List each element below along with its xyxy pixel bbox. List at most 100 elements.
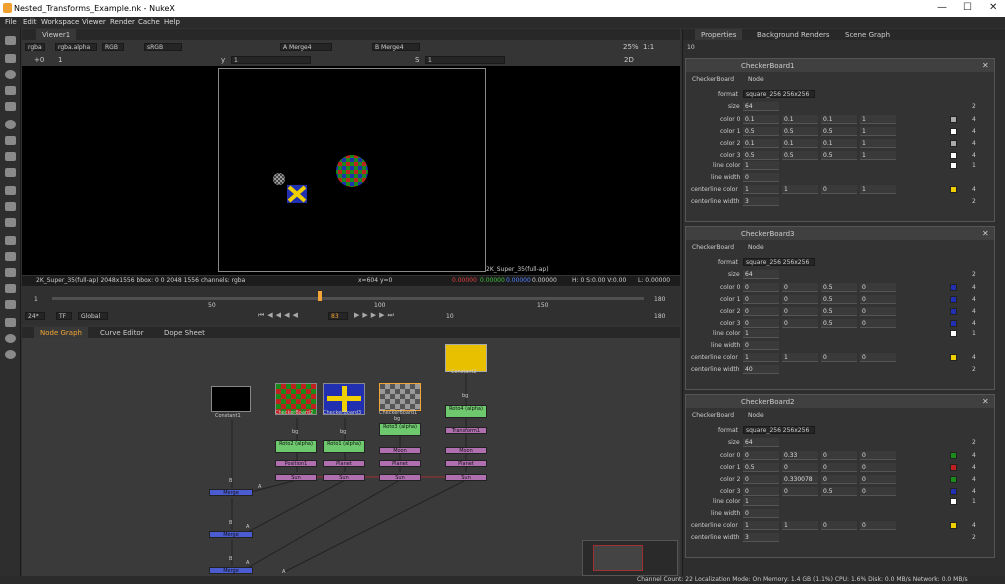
centerline-color-field[interactable]: 1: [782, 185, 818, 194]
color-value-field[interactable]: 0: [782, 307, 818, 316]
line-color-view-count[interactable]: 1: [972, 162, 976, 169]
color-value-field[interactable]: 0.1: [743, 115, 779, 124]
centerline-color-field[interactable]: 0: [860, 353, 896, 362]
tab-properties[interactable]: Properties: [695, 29, 743, 40]
b-input-select[interactable]: B Merge4: [372, 43, 420, 51]
line-color-view-count[interactable]: 1: [972, 330, 976, 337]
line-color-view-count[interactable]: 1: [972, 498, 976, 505]
color-swatch[interactable]: [950, 452, 957, 459]
merge-node-3[interactable]: Merge: [209, 567, 253, 574]
constant2-thumb[interactable]: [445, 344, 487, 372]
color-value-field[interactable]: 0.5: [782, 151, 818, 160]
end-frame[interactable]: 180: [654, 313, 665, 320]
size-field[interactable]: 64: [743, 270, 779, 279]
planet-node-2[interactable]: Planet: [379, 460, 421, 467]
menu-render[interactable]: Render: [110, 18, 135, 26]
draw-icon[interactable]: [5, 54, 16, 63]
color-value-field[interactable]: 0: [821, 463, 857, 472]
tab-checkerboard[interactable]: CheckerBoard: [692, 412, 734, 419]
color-value-field[interactable]: 0.1: [821, 139, 857, 148]
panel-node-name[interactable]: CheckerBoard2: [741, 398, 795, 406]
format-select[interactable]: square_256 256x256: [743, 426, 815, 434]
channel-count[interactable]: 4: [972, 488, 976, 495]
line-width-field[interactable]: 0: [743, 341, 779, 350]
centerline-color-swatch[interactable]: [950, 186, 957, 193]
tab-background-renders[interactable]: Background Renders: [751, 29, 836, 40]
color-value-field[interactable]: 0.1: [821, 115, 857, 124]
help-icon[interactable]: [5, 334, 16, 343]
color-value-field[interactable]: 0: [860, 283, 896, 292]
color-value-field[interactable]: 0: [860, 307, 896, 316]
node-checkerboard3[interactable]: CheckerBoard3: [323, 410, 361, 416]
line-color-field[interactable]: 1: [743, 329, 779, 338]
size-field[interactable]: 64: [743, 102, 779, 111]
color-value-field[interactable]: 0.5: [743, 127, 779, 136]
node-checkerboard2[interactable]: CheckerBoard2: [275, 410, 313, 416]
centerline-color-field[interactable]: 1: [743, 185, 779, 194]
timeline-end[interactable]: 180: [654, 296, 665, 303]
channel-count[interactable]: 4: [972, 320, 976, 327]
planet-node-3[interactable]: Planet: [445, 460, 487, 467]
channel-count[interactable]: 4: [972, 476, 976, 483]
line-color-swatch[interactable]: [950, 162, 957, 169]
color-value-field[interactable]: 1: [860, 151, 896, 160]
centerline-color-field[interactable]: 1: [860, 185, 896, 194]
line-width-field[interactable]: 0: [743, 173, 779, 182]
format-select[interactable]: square_256 256x256: [743, 258, 815, 266]
channel-count[interactable]: 4: [972, 116, 976, 123]
transform-icon[interactable]: [5, 168, 16, 177]
centerline-color-field[interactable]: 1: [743, 521, 779, 530]
color-value-field[interactable]: 0.1: [782, 115, 818, 124]
color-value-field[interactable]: 0.5: [821, 151, 857, 160]
color-swatch[interactable]: [950, 128, 957, 135]
centerline-color-field[interactable]: 1: [743, 353, 779, 362]
color-swatch[interactable]: [950, 140, 957, 147]
current-frame[interactable]: 83: [328, 312, 348, 320]
close-icon[interactable]: ✕: [982, 397, 989, 406]
color-value-field[interactable]: 0.1: [743, 139, 779, 148]
color-value-field[interactable]: 0: [782, 487, 818, 496]
panel-node-name[interactable]: CheckerBoard1: [741, 62, 795, 70]
panel-node-name[interactable]: CheckerBoard3: [741, 230, 795, 238]
keyer-icon[interactable]: [5, 136, 16, 145]
position1-node[interactable]: Position1: [275, 460, 317, 467]
line-color-swatch[interactable]: [950, 498, 957, 505]
merge-node-1[interactable]: Merge: [209, 489, 253, 496]
maximize-icon[interactable]: ☐: [963, 2, 972, 13]
color-value-field[interactable]: 0: [743, 475, 779, 484]
checkerboard1-thumb[interactable]: [379, 383, 421, 411]
merge-node-2[interactable]: Merge: [209, 531, 253, 538]
playhead[interactable]: [318, 291, 322, 301]
color-value-field[interactable]: 0: [743, 307, 779, 316]
color-value-field[interactable]: 1: [860, 139, 896, 148]
timeline-track[interactable]: [52, 297, 644, 300]
close-icon[interactable]: ✕: [982, 61, 989, 70]
channel-count[interactable]: 4: [972, 140, 976, 147]
color-value-field[interactable]: 0: [860, 451, 896, 460]
color-swatch[interactable]: [950, 116, 957, 123]
centerline-width-field[interactable]: 3: [743, 197, 779, 206]
line-color-swatch[interactable]: [950, 330, 957, 337]
color-value-field[interactable]: 1: [860, 127, 896, 136]
channel-count[interactable]: 4: [972, 308, 976, 315]
color-swatch[interactable]: [950, 284, 957, 291]
line-width-field[interactable]: 0: [743, 509, 779, 518]
color-swatch[interactable]: [950, 488, 957, 495]
channels-select[interactable]: rgba: [25, 43, 45, 51]
scope-select[interactable]: Global: [78, 312, 108, 320]
centerline-color-field[interactable]: 0: [860, 521, 896, 530]
tf-select[interactable]: TF: [56, 312, 72, 320]
color-swatch[interactable]: [950, 476, 957, 483]
menu-viewer[interactable]: Viewer: [82, 18, 106, 26]
color-value-field[interactable]: 0: [821, 475, 857, 484]
size-view-count[interactable]: 2: [972, 103, 976, 110]
color-swatch[interactable]: [950, 320, 957, 327]
color-value-field[interactable]: 0: [821, 451, 857, 460]
color-value-field[interactable]: 0.5: [821, 487, 857, 496]
gain-value[interactable]: +0: [34, 56, 44, 64]
centerline-width-field[interactable]: 3: [743, 533, 779, 542]
tab-curve-editor[interactable]: Curve Editor: [94, 327, 150, 338]
transport-forward[interactable]: ▶▶▶▶⏭: [354, 311, 434, 321]
menu-help[interactable]: Help: [164, 18, 180, 26]
merge-icon[interactable]: [5, 152, 16, 161]
